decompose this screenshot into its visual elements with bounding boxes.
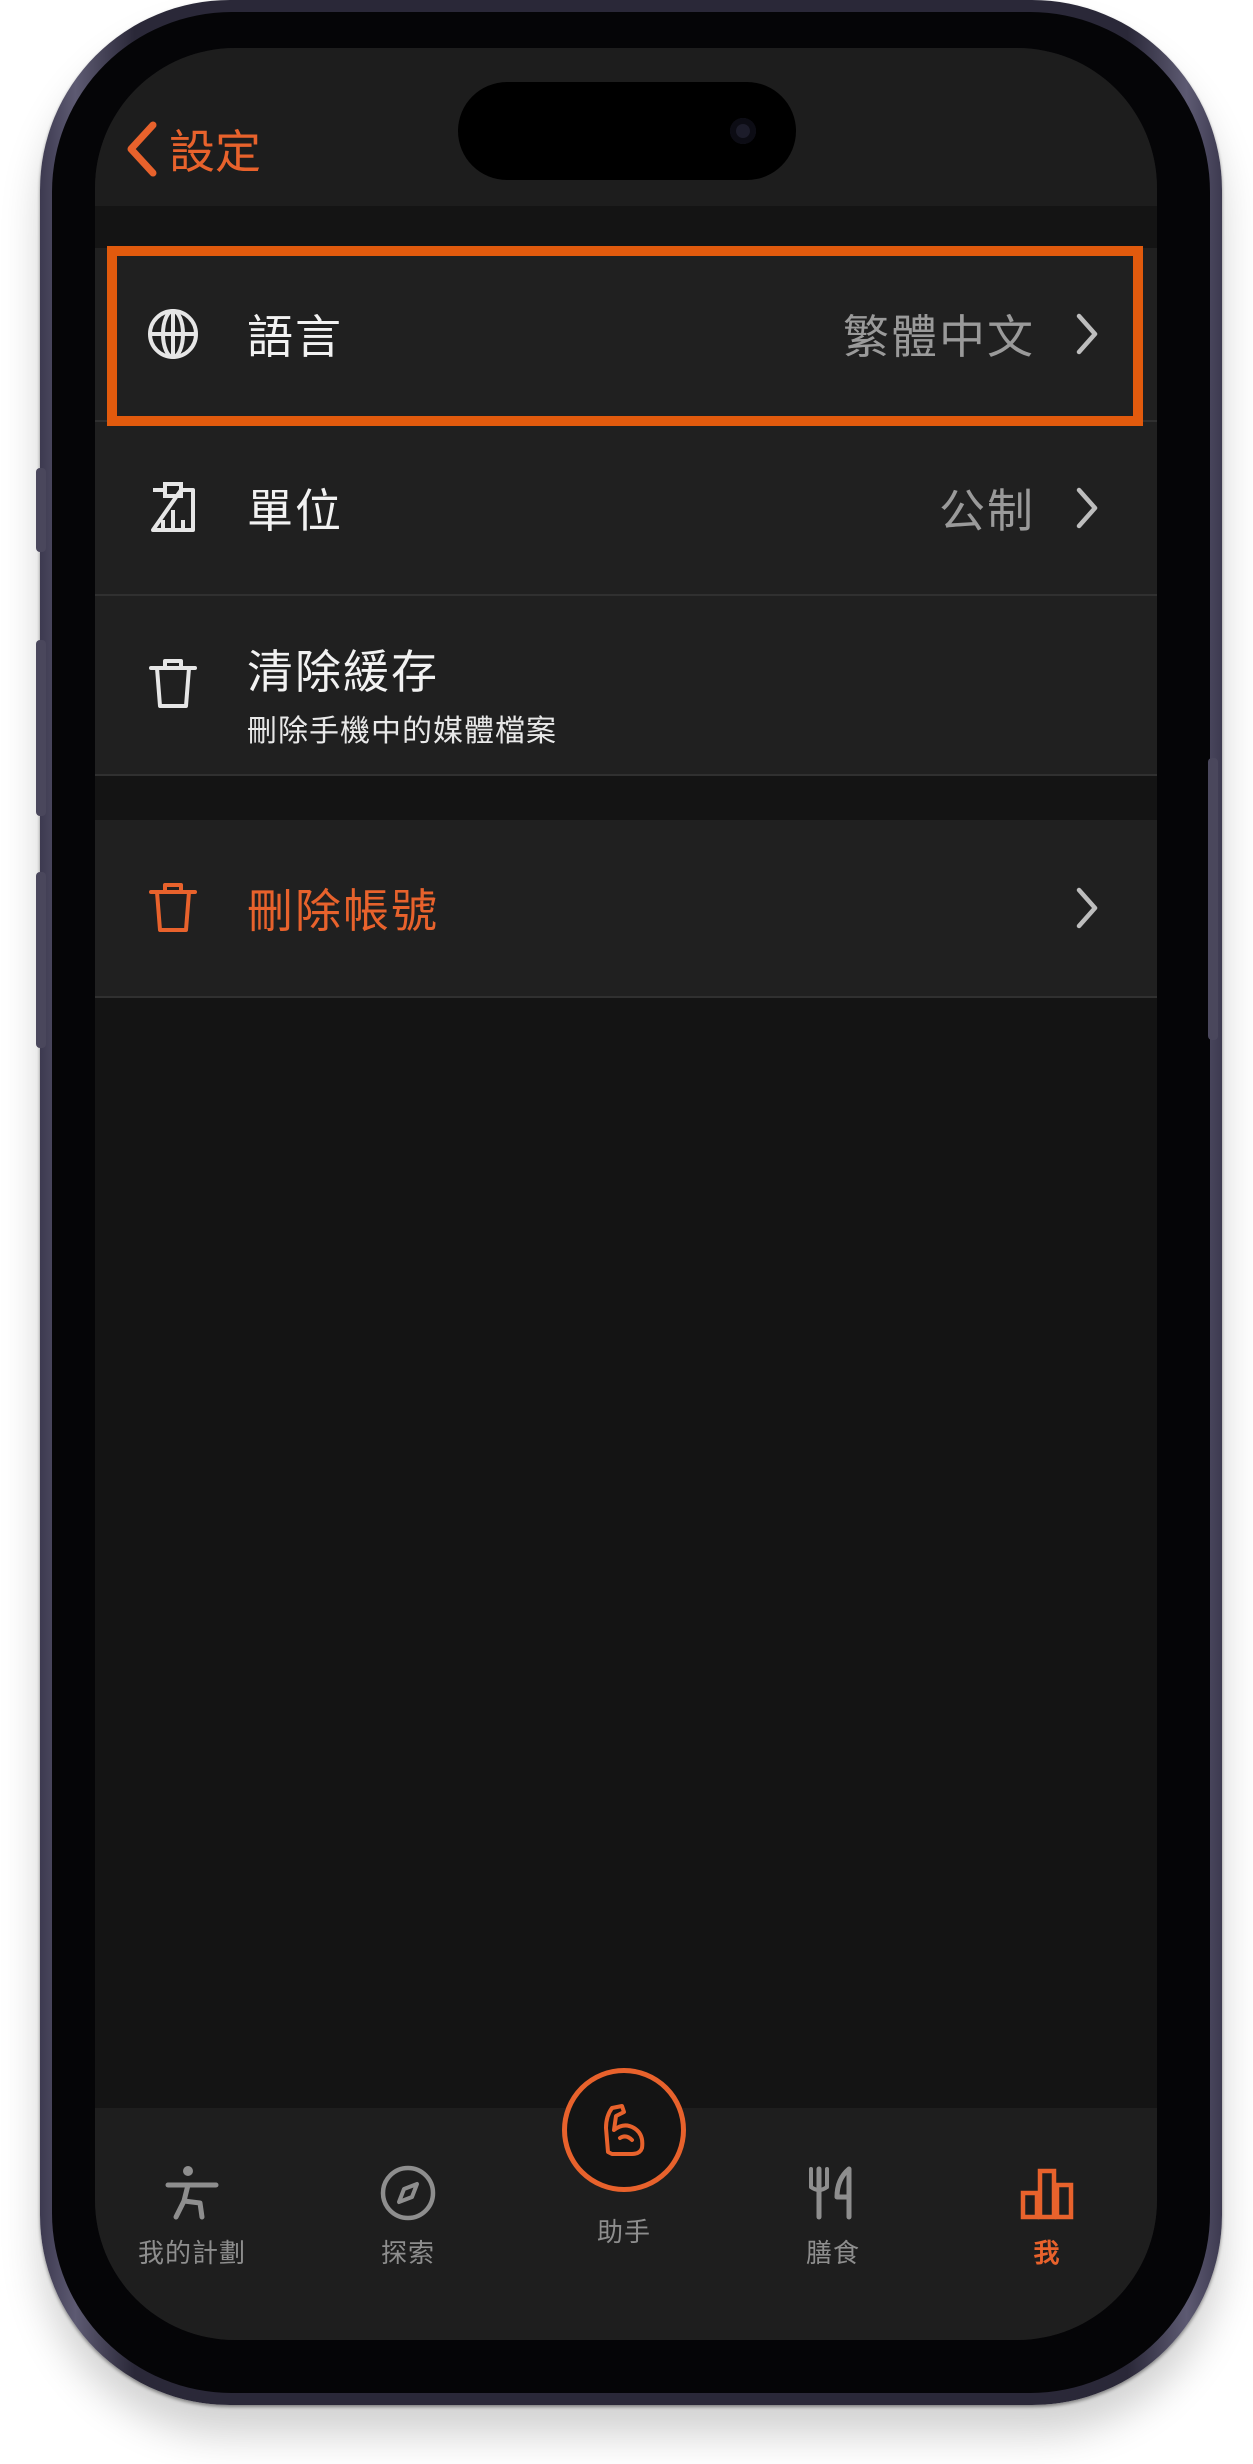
dynamic-island	[458, 82, 796, 180]
bar-chart-icon	[1020, 2168, 1074, 2220]
units-value: 公制	[939, 484, 1035, 538]
compass-icon	[380, 2165, 436, 2221]
tab-label: 膳食	[805, 2239, 860, 2269]
delete-account-label: 刪除帳號	[247, 884, 439, 938]
back-button[interactable]: 設定	[123, 116, 261, 182]
delete-account-row[interactable]: 刪除帳號	[95, 820, 1157, 996]
divider	[95, 996, 1157, 998]
exercise-icon	[165, 2166, 219, 2220]
units-label: 單位	[247, 484, 343, 538]
chevron-right-icon	[1076, 313, 1098, 355]
language-value: 繁體中文	[843, 310, 1035, 364]
language-label: 語言	[247, 310, 343, 364]
assistant-button-circle	[562, 2068, 686, 2192]
trash-icon	[149, 883, 197, 932]
tab-label: 我的計劃	[137, 2239, 246, 2269]
tab-label: 我	[1033, 2239, 1061, 2269]
tab-label: 探索	[380, 2239, 435, 2269]
divider	[95, 774, 1157, 776]
clear-cache-subtitle: 刪除手機中的媒體檔案	[247, 714, 557, 749]
power-button	[1208, 758, 1218, 1040]
back-label: 設定	[169, 125, 261, 179]
muscle-arm-icon	[604, 2104, 645, 2156]
volume-down-button	[36, 872, 46, 1048]
chevron-right-icon	[1076, 487, 1098, 529]
tab-explore[interactable]: 探索	[328, 2163, 488, 2270]
chevron-left-icon	[127, 121, 157, 177]
units-row[interactable]: 單位 公制	[95, 422, 1157, 594]
tab-me[interactable]: 我	[967, 2163, 1127, 2270]
clear-cache-row[interactable]: 清除緩存 刪除手機中的媒體檔案	[95, 596, 1157, 774]
globe-icon	[148, 309, 198, 359]
action-button	[36, 468, 46, 552]
clear-cache-label: 清除緩存	[247, 645, 439, 699]
tab-my-plan[interactable]: 我的計劃	[112, 2163, 272, 2270]
fork-knife-icon	[809, 2166, 852, 2220]
tab-meals[interactable]: 膳食	[753, 2163, 913, 2270]
language-row[interactable]: 語言 繁體中文	[95, 248, 1157, 420]
tab-assistant[interactable]: 助手	[549, 2068, 699, 2249]
camera-lens	[730, 118, 756, 144]
tab-label: 助手	[596, 2218, 651, 2248]
trash-icon	[149, 659, 197, 708]
screen: 設定 語言 繁體中文 單位 公制 清除緩存 刪除手機中的媒體檔案 刪除帳號 我的…	[95, 48, 1157, 2340]
volume-up-button	[36, 640, 46, 816]
chevron-right-icon	[1076, 887, 1098, 929]
ruler-clipboard-icon	[151, 482, 195, 532]
